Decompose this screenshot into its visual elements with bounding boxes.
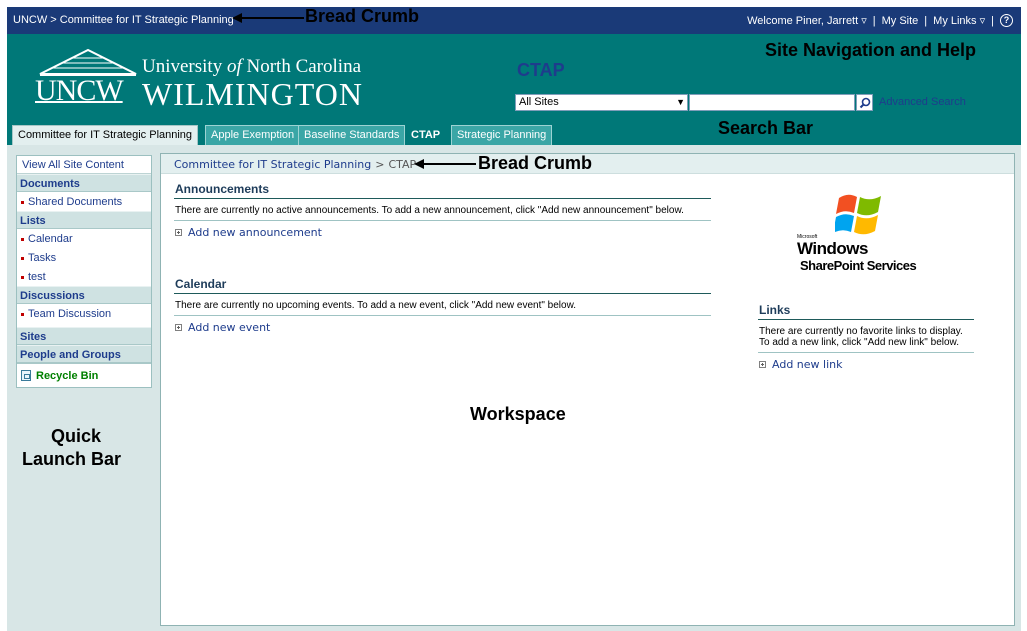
breadcrumb-parent-link[interactable]: Committee for IT Strategic Planning [174,158,371,171]
calendar-title[interactable]: Calendar [174,277,711,294]
bullet-icon [21,200,24,204]
wss-logo: Microsoft Windows SharePoint Services [795,192,945,274]
ql-item-test[interactable]: test [17,267,151,286]
view-all-site-content-link[interactable]: View All Site Content [17,156,151,174]
my-site-link[interactable]: My Site [882,15,919,27]
ql-item-label: test [28,271,46,283]
quick-launch-bar: View All Site Content Documents Shared D… [16,155,152,388]
callout-quick-launch-line1: Quick [51,426,102,446]
links-title[interactable]: Links [758,303,974,320]
site-title[interactable]: CTAP [517,60,565,81]
logo-name-line2: WILMINGTON [142,76,363,112]
add-icon [175,229,182,236]
search-icon [859,97,871,109]
search-scope-select[interactable]: All Sites ▼ [515,94,688,111]
welcome-menu[interactable]: Welcome Piner, Jarrett ▿ [747,14,867,27]
global-top-bar: UNCW > Committee for IT Strategic Planni… [7,7,1021,34]
breadcrumb-current: CTAP [388,158,417,171]
add-new-link-link[interactable]: Add new link [758,353,974,376]
bullet-icon [21,256,24,260]
add-icon [175,324,182,331]
links-empty-text: There are currently no favorite links to… [758,320,974,353]
logo-text: University [142,56,227,77]
ql-item-label: Tasks [28,252,57,264]
ql-item-shared-documents[interactable]: Shared Documents [17,192,151,211]
logo-roof-icon [39,48,137,76]
callout-site-nav-help: Site Navigation and Help [765,40,977,60]
callout-workspace: Workspace [470,404,566,424]
tab-apple-exemption[interactable]: Apple Exemption [205,125,301,145]
calendar-webpart: Calendar There are currently no upcoming… [174,277,711,339]
callout-breadcrumb-workspace: Bread Crumb [478,153,593,173]
ql-item-tasks[interactable]: Tasks [17,248,151,267]
callout-search-bar: Search Bar [718,118,814,138]
add-link-label: Add new event [188,321,271,334]
recycle-bin-link[interactable]: Recycle Bin [17,363,151,387]
user-navigation: Welcome Piner, Jarrett ▿ | My Site | My … [747,14,1013,27]
search-scope-value: All Sites [519,96,559,108]
top-nav-tabs: Committee for IT Strategic Planning Appl… [7,122,1021,145]
bullet-icon [21,237,24,241]
tab-committee[interactable]: Committee for IT Strategic Planning [12,125,199,145]
bullet-icon [21,312,24,316]
links-webpart: Links There are currently no favorite li… [758,303,974,376]
ql-item-label: Calendar [28,233,73,245]
add-link-label: Add new announcement [188,226,322,239]
callout-arrow-icon [232,13,304,23]
global-breadcrumb[interactable]: UNCW > Committee for IT Strategic Planni… [13,14,234,26]
announcements-webpart: Announcements There are currently no act… [174,182,711,244]
announcements-title[interactable]: Announcements [174,182,711,199]
my-links-menu[interactable]: My Links ▿ [933,14,985,27]
add-link-label: Add new link [772,358,843,371]
ql-item-label: Shared Documents [28,196,123,208]
callout-arrow-icon [414,159,476,169]
help-icon[interactable]: ? [1000,14,1013,27]
ql-item-label: Team Discussion [28,308,112,320]
advanced-search-link[interactable]: Advanced Search [879,96,966,108]
nav-separator: | [991,14,994,27]
ql-heading-people-groups[interactable]: People and Groups [17,345,151,363]
recycle-bin-icon [21,370,31,381]
logo-abbr: UNCW [35,74,124,107]
bullet-icon [21,275,24,279]
callout-quick-launch-line2: Launch Bar [22,449,122,469]
nav-separator: | [924,14,928,27]
ql-heading-sites[interactable]: Sites [17,327,151,345]
ql-heading-lists[interactable]: Lists [17,211,151,229]
logo-text: of [226,56,242,77]
ql-item-team-discussion[interactable]: Team Discussion [17,304,151,323]
announcements-empty-text: There are currently no active announceme… [174,199,711,221]
wss-windows-text: Windows [797,239,868,258]
add-new-announcement-link[interactable]: Add new announcement [174,221,711,244]
university-logo[interactable]: UNCW University of North Carolina WILMIN… [32,48,392,118]
dropdown-arrow-icon: ▼ [676,97,685,107]
add-icon [759,361,766,368]
breadcrumb-separator: > [375,158,385,171]
tab-baseline-standards[interactable]: Baseline Standards [298,125,406,145]
recycle-bin-label: Recycle Bin [36,369,99,382]
nav-separator: | [872,14,876,27]
wss-sharepoint-text: SharePoint Services [800,258,917,273]
calendar-empty-text: There are currently no upcoming events. … [174,294,711,316]
search-button[interactable] [856,94,873,111]
logo-name-line1: University of North Carolina [142,56,361,78]
search-input[interactable] [689,94,855,111]
breadcrumb-trail: Committee for IT Strategic Planning > CTAP [174,158,416,171]
logo-text: North Carolina [241,56,362,77]
tab-strategic-planning[interactable]: Strategic Planning [451,125,553,145]
ql-heading-discussions[interactable]: Discussions [17,286,151,304]
add-new-event-link[interactable]: Add new event [174,316,711,339]
tab-ctap[interactable]: CTAP [405,125,447,145]
callout-breadcrumb-top: Bread Crumb [305,6,420,26]
ql-item-calendar[interactable]: Calendar [17,229,151,248]
windows-flag-icon [835,194,881,235]
ql-heading-documents[interactable]: Documents [17,174,151,192]
